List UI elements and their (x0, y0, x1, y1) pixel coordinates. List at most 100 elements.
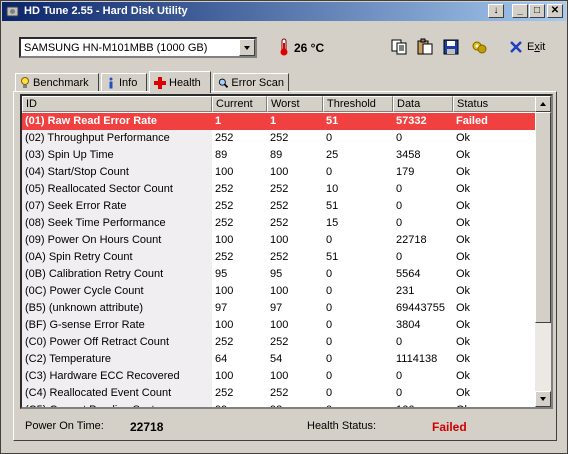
cell-data: 0 (396, 132, 403, 144)
cell-current: 64 (215, 353, 228, 365)
table-row[interactable]: (03) Spin Up Time 89 89 25 3458 Ok (22, 147, 537, 164)
cell-id: (03) Spin Up Time (22, 147, 212, 164)
tab-error-scan[interactable]: Error Scan (213, 73, 289, 92)
scroll-up-button[interactable] (535, 96, 551, 112)
cell-threshold: 0 (326, 302, 333, 314)
cell-current: 97 (215, 302, 228, 314)
exit-button[interactable]: Exit (509, 38, 545, 56)
cell-worst: 95 (270, 268, 283, 280)
tab-benchmark-label: Benchmark (33, 76, 89, 89)
cell-worst: 100 (270, 234, 289, 246)
column-header-status[interactable]: Status (453, 96, 537, 112)
close-button[interactable]: ✕ (547, 4, 563, 18)
cell-data: 69443755 (396, 302, 445, 314)
column-header-threshold[interactable]: Threshold (323, 96, 393, 112)
tab-health[interactable]: Health (149, 71, 211, 93)
cell-id: (C2) Temperature (22, 351, 212, 368)
column-header-data[interactable]: Data (393, 96, 453, 112)
save-icon[interactable] (442, 38, 460, 56)
info-icon (109, 77, 113, 88)
cell-current: 100 (215, 234, 234, 246)
cell-threshold: 10 (326, 183, 339, 195)
cell-threshold: 25 (326, 149, 339, 161)
table-row[interactable]: (04) Start/Stop Count 100 100 0 179 Ok (22, 164, 537, 181)
table-row[interactable]: (B5) (unknown attribute) 97 97 0 69443755 Ok (22, 300, 537, 317)
cell-data: 231 (396, 285, 415, 297)
cell-threshold: 0 (326, 166, 333, 178)
cell-current: 252 (215, 217, 234, 229)
table-row[interactable]: (C0) Power Off Retract Count 252 252 0 0 Ok (22, 334, 537, 351)
cell-threshold: 0 (326, 387, 333, 399)
tab-benchmark[interactable]: Benchmark (15, 73, 99, 92)
cell-id: (C4) Reallocated Event Count (22, 385, 212, 402)
drive-select[interactable]: SAMSUNG HN-M101MBB (1000 GB) (19, 37, 257, 58)
table-row[interactable]: (02) Throughput Performance 252 252 0 0 Ok (22, 130, 537, 147)
table-row[interactable]: (05) Reallocated Sector Count 252 252 10 0 Ok (22, 181, 537, 198)
cell-threshold: 0 (326, 234, 333, 246)
column-header-worst[interactable]: Worst (267, 96, 323, 112)
table-row[interactable]: (01) Raw Read Error Rate 1 1 51 57332 Failed (22, 113, 537, 130)
cell-worst: 100 (270, 285, 289, 297)
table-row[interactable]: (07) Seek Error Rate 252 252 51 0 Ok (22, 198, 537, 215)
table-row[interactable]: (0A) Spin Retry Count 252 252 51 0 Ok (22, 249, 537, 266)
lightbulb-icon (21, 76, 29, 88)
cell-worst: 54 (270, 353, 283, 365)
table-row[interactable]: (0C) Power Cycle Count 100 100 0 231 Ok (22, 283, 537, 300)
cell-worst: 100 (270, 370, 289, 382)
cell-status: Ok (456, 132, 471, 144)
cell-data: 1114138 (396, 353, 438, 365)
table-row[interactable]: (08) Seek Time Performance 252 252 15 0 Ok (22, 215, 537, 232)
title-bar[interactable]: HD Tune 2.55 - Hard Disk Utility ↓ _ □ ✕ (2, 2, 566, 21)
cell-worst: 252 (270, 387, 289, 399)
cell-id: (C0) Power Off Retract Count (22, 334, 212, 351)
cell-current: 252 (215, 132, 234, 144)
table-row[interactable]: (C5) Current Pending Sector99980166Ok (22, 402, 537, 407)
tab-info[interactable]: Info (101, 73, 147, 92)
cell-id: (01) Raw Read Error Rate (22, 113, 212, 130)
cell-id: (09) Power On Hours Count (22, 232, 212, 249)
cell-status: Ok (456, 387, 471, 399)
cell-status: Failed (453, 113, 537, 130)
cell-status: Ok (456, 251, 471, 263)
scroll-down-button[interactable] (535, 391, 551, 407)
column-header-current[interactable]: Current (212, 96, 267, 112)
cell-threshold: 0 (326, 370, 333, 382)
scroll-thumb[interactable] (535, 112, 551, 323)
cell-threshold: 0 (326, 319, 333, 331)
chevron-down-icon[interactable] (239, 39, 255, 56)
maximize-button[interactable]: □ (529, 4, 545, 18)
cell-data: 0 (396, 336, 403, 348)
cell-data: 22718 (396, 234, 427, 246)
paste-icon[interactable] (416, 38, 434, 56)
table-row[interactable]: (0B) Calibration Retry Count 95 95 0 5564 Ok (22, 266, 537, 283)
window-title: HD Tune 2.55 - Hard Disk Utility (24, 5, 188, 17)
column-header-id[interactable]: ID (22, 96, 212, 112)
cell-id: (0B) Calibration Retry Count (22, 266, 212, 283)
cell-current: 252 (215, 387, 234, 399)
table-row[interactable]: (C2) Temperature 64 54 0 1114138 Ok (22, 351, 537, 368)
cell-status: Ok (456, 234, 471, 246)
cell-id: (04) Start/Stop Count (22, 164, 212, 181)
table-row[interactable]: (BF) G-sense Error Rate 100 100 0 3804 Ok (22, 317, 537, 334)
cell-current: 252 (215, 200, 234, 212)
health-status-label: Health Status: (307, 420, 377, 432)
cell-data: 0 (396, 183, 403, 195)
smart-table[interactable]: ID Current Worst Threshold Data Status (… (20, 94, 553, 409)
vertical-scrollbar[interactable] (535, 96, 551, 407)
cell-status: Ok (456, 149, 471, 161)
cell-current: 100 (215, 370, 234, 382)
tab-info-label: Info (119, 76, 138, 89)
cell-data: 0 (396, 200, 403, 212)
menu-dropdown-button[interactable]: ↓ (488, 4, 504, 18)
health-cross-icon (154, 76, 166, 89)
cell-status: Ok (456, 200, 471, 212)
table-row[interactable]: (C4) Reallocated Event Count 252 252 0 0 Ok (22, 385, 537, 402)
table-row[interactable]: (09) Power On Hours Count 100 100 0 22718 Ok (22, 232, 537, 249)
options-icon[interactable] (470, 38, 488, 56)
cell-worst: 252 (270, 217, 289, 229)
copy-icon[interactable] (390, 38, 408, 56)
table-row[interactable]: (C3) Hardware ECC Recovered 100 100 0 0 Ok (22, 368, 537, 385)
health-status-value: Failed (432, 420, 467, 434)
minimize-button[interactable]: _ (512, 4, 528, 18)
app-icon (6, 6, 19, 17)
